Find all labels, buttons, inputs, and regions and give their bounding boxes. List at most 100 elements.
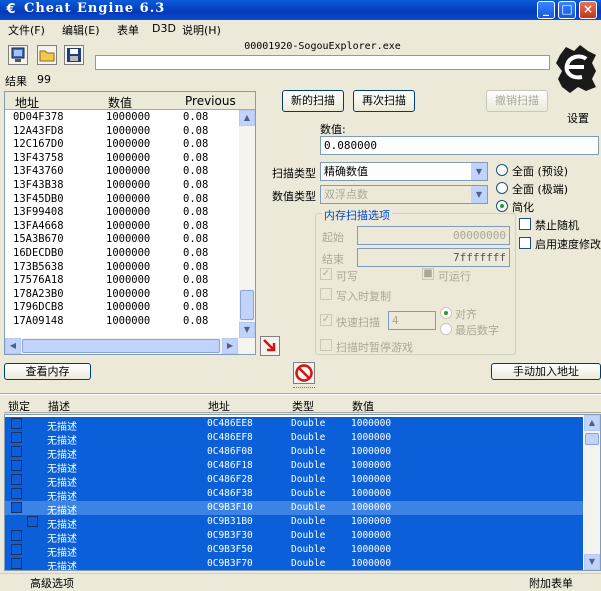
no-random-checkbox[interactable] xyxy=(519,218,531,230)
pause-game-checkbox[interactable] xyxy=(320,339,332,351)
radio-full[interactable] xyxy=(496,164,508,176)
column-type[interactable]: 类型 xyxy=(292,398,314,414)
table-row[interactable]: 无描述 0C486F38 Double 1000000 xyxy=(5,487,583,503)
next-scan-button[interactable]: 再次扫描 xyxy=(353,90,415,112)
freeze-checkbox[interactable] xyxy=(11,460,22,471)
view-memory-button[interactable]: 查看内存 xyxy=(4,363,91,380)
add-address-manually-button[interactable]: 手动加入地址 xyxy=(491,363,601,380)
folder-open-icon xyxy=(39,50,55,62)
found-list-header: 地址 数值 Previous xyxy=(5,92,255,110)
menu-table[interactable]: 表单 xyxy=(117,22,139,38)
value-type-select[interactable]: 双浮点数 ▼ xyxy=(320,185,488,204)
freeze-checkbox[interactable] xyxy=(11,432,22,443)
menu-edit[interactable]: 编辑(E) xyxy=(62,22,100,38)
freeze-checkbox[interactable] xyxy=(11,544,22,555)
fast-scan-input[interactable]: 4 xyxy=(388,311,436,330)
row-address: 0C9B31B0 xyxy=(207,516,253,527)
found-address: 1796DCB8 xyxy=(13,301,64,314)
open-process-button[interactable] xyxy=(8,45,28,65)
table-row[interactable]: 无描述 0C486F28 Double 1000000 xyxy=(5,473,583,489)
clear-list-button[interactable] xyxy=(293,362,315,384)
found-address-list[interactable]: 地址 数值 Previous 0D04F378 1000000 0.08 12A43F… xyxy=(4,91,256,355)
freeze-checkbox[interactable] xyxy=(11,446,22,457)
freeze-checkbox[interactable] xyxy=(11,558,22,569)
table-row[interactable]: 无描述 0C486EE8 Double 1000000 xyxy=(5,417,583,433)
row-address: 0C9B3F10 xyxy=(207,502,253,513)
settings-label[interactable]: 设置 xyxy=(567,110,589,126)
radio-align[interactable] xyxy=(440,307,452,319)
executable-checkbox[interactable]: ■ xyxy=(422,268,434,280)
advanced-options-link[interactable]: 高级选项 xyxy=(30,575,74,591)
scroll-up-icon[interactable]: ▲ xyxy=(584,415,600,431)
add-to-list-button[interactable] xyxy=(260,336,280,356)
table-row[interactable]: 无描述 0C9B3F70 Double 1000000 xyxy=(5,557,583,570)
column-address[interactable]: 地址 xyxy=(15,94,39,111)
writable-checkbox[interactable]: ✓ xyxy=(320,268,332,280)
column-value[interactable]: 数值 xyxy=(108,94,132,111)
computer-icon xyxy=(11,47,25,62)
freeze-checkbox[interactable] xyxy=(11,530,22,541)
cheat-engine-logo[interactable] xyxy=(552,41,600,107)
found-value: 1000000 xyxy=(106,301,151,314)
scroll-thumb[interactable] xyxy=(240,290,254,320)
freeze-checkbox[interactable] xyxy=(27,516,38,527)
radio-full-extreme[interactable] xyxy=(496,182,508,194)
table-row[interactable]: 无描述 0C9B3F10 Double 1000000 xyxy=(5,501,583,517)
scan-type-select[interactable]: 精确数值 ▼ xyxy=(320,162,488,181)
radio-full-extreme-label: 全面 (极端) xyxy=(512,183,569,196)
table-extras-link[interactable]: 附加表单 xyxy=(529,575,573,591)
row-address: 0C486EE8 xyxy=(207,418,253,429)
save-button[interactable] xyxy=(64,45,84,65)
menu-file[interactable]: 文件(F) xyxy=(8,22,45,38)
scan-value-input[interactable]: 0.080000 xyxy=(320,136,599,155)
radio-simple[interactable] xyxy=(496,200,508,212)
freeze-checkbox[interactable] xyxy=(11,488,22,499)
row-value: 1000000 xyxy=(351,502,392,513)
freeze-checkbox[interactable] xyxy=(11,474,22,485)
column-frozen[interactable]: 锁定 xyxy=(8,398,30,414)
undo-scan-button[interactable]: 撤销扫描 xyxy=(486,90,548,112)
menu-help[interactable]: 说明(H) xyxy=(182,22,221,38)
address-table[interactable]: 无描述 0C486EE8 Double 1000000 无描述 0C486EF8 Doubl… xyxy=(4,414,601,571)
column-table-address[interactable]: 地址 xyxy=(208,398,230,414)
column-table-value[interactable]: 数值 xyxy=(352,398,374,414)
found-value: 1000000 xyxy=(106,192,151,205)
start-address-input[interactable]: 00000000 xyxy=(357,226,510,245)
row-type: Double xyxy=(291,446,326,457)
radio-align-label: 对齐 xyxy=(455,308,477,321)
fast-scan-checkbox[interactable]: ✓ xyxy=(320,314,332,326)
open-file-button[interactable] xyxy=(37,45,57,65)
table-row[interactable]: 无描述 0C486F18 Double 1000000 xyxy=(5,459,583,475)
table-row[interactable]: 无描述 0C486EF8 Double 1000000 xyxy=(5,431,583,447)
copy-on-write-checkbox[interactable] xyxy=(320,288,332,300)
scroll-left-icon[interactable]: ◀ xyxy=(5,338,21,354)
scroll-down-icon[interactable]: ▼ xyxy=(239,322,255,338)
hscroll-thumb[interactable] xyxy=(22,339,220,353)
scroll-up-icon[interactable]: ▲ xyxy=(239,110,255,126)
column-description[interactable]: 描述 xyxy=(48,398,70,414)
maximize-button[interactable]: □ xyxy=(558,1,576,19)
stop-address-input[interactable]: 7fffffff xyxy=(357,248,510,267)
table-row[interactable]: 无描述 0C9B31B0 Double 1000000 xyxy=(5,515,583,531)
scroll-down-icon[interactable]: ▼ xyxy=(584,554,600,570)
scroll-right-icon[interactable]: ▶ xyxy=(222,338,238,354)
found-list-vscroll[interactable]: ▲ ▼ xyxy=(239,110,255,338)
address-table-vscroll[interactable]: ▲ ▼ xyxy=(584,415,600,570)
table-scroll-thumb[interactable] xyxy=(585,433,599,445)
panel-splitter[interactable] xyxy=(0,393,601,395)
column-previous[interactable]: Previous xyxy=(185,94,236,108)
radio-last-digits[interactable] xyxy=(440,323,452,335)
freeze-checkbox[interactable] xyxy=(11,502,22,513)
new-scan-button[interactable]: 新的扫描 xyxy=(282,90,344,112)
speedhack-checkbox[interactable] xyxy=(519,237,531,249)
table-row[interactable]: 无描述 0C9B3F30 Double 1000000 xyxy=(5,529,583,545)
minimize-button[interactable]: _ xyxy=(537,1,555,19)
close-button[interactable]: × xyxy=(579,1,597,19)
found-list-hscroll[interactable]: ◀ ▶ xyxy=(5,338,255,354)
freeze-checkbox[interactable] xyxy=(11,418,22,429)
table-row[interactable]: 无描述 0C486F08 Double 1000000 xyxy=(5,445,583,461)
splitter-handle[interactable] xyxy=(293,387,315,389)
table-row[interactable]: 无描述 0C9B3F50 Double 1000000 xyxy=(5,543,583,559)
row-type: Double xyxy=(291,460,326,471)
menu-d3d[interactable]: D3D xyxy=(152,22,176,35)
